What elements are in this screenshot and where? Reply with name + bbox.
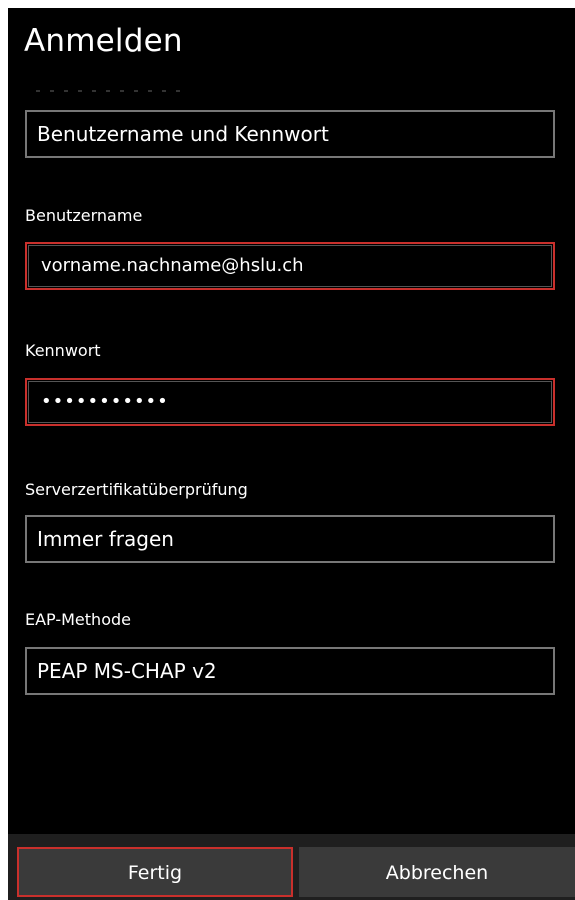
username-input[interactable]: vorname.nachname@hslu.ch [25,242,555,290]
title-separator [36,90,186,92]
username-label: Benutzername [25,206,143,225]
password-input[interactable]: ••••••••••• [25,378,555,426]
page-title: Anmelden [24,23,183,59]
done-button[interactable]: Fertig [17,847,293,897]
eap-method-label: EAP-Methode [25,610,131,629]
password-label: Kennwort [25,341,101,360]
login-screen: Anmelden Benutzername und Kennwort Benut… [8,8,575,900]
eap-method-select[interactable]: PEAP MS-CHAP v2 [25,647,555,695]
server-cert-check-label: Serverzertifikatüberprüfung [25,480,248,499]
app-bar: Fertig Abbrechen [8,834,575,900]
cancel-button[interactable]: Abbrechen [299,847,575,897]
server-cert-check-select[interactable]: Immer fragen [25,515,555,563]
auth-type-select[interactable]: Benutzername und Kennwort [25,110,555,158]
